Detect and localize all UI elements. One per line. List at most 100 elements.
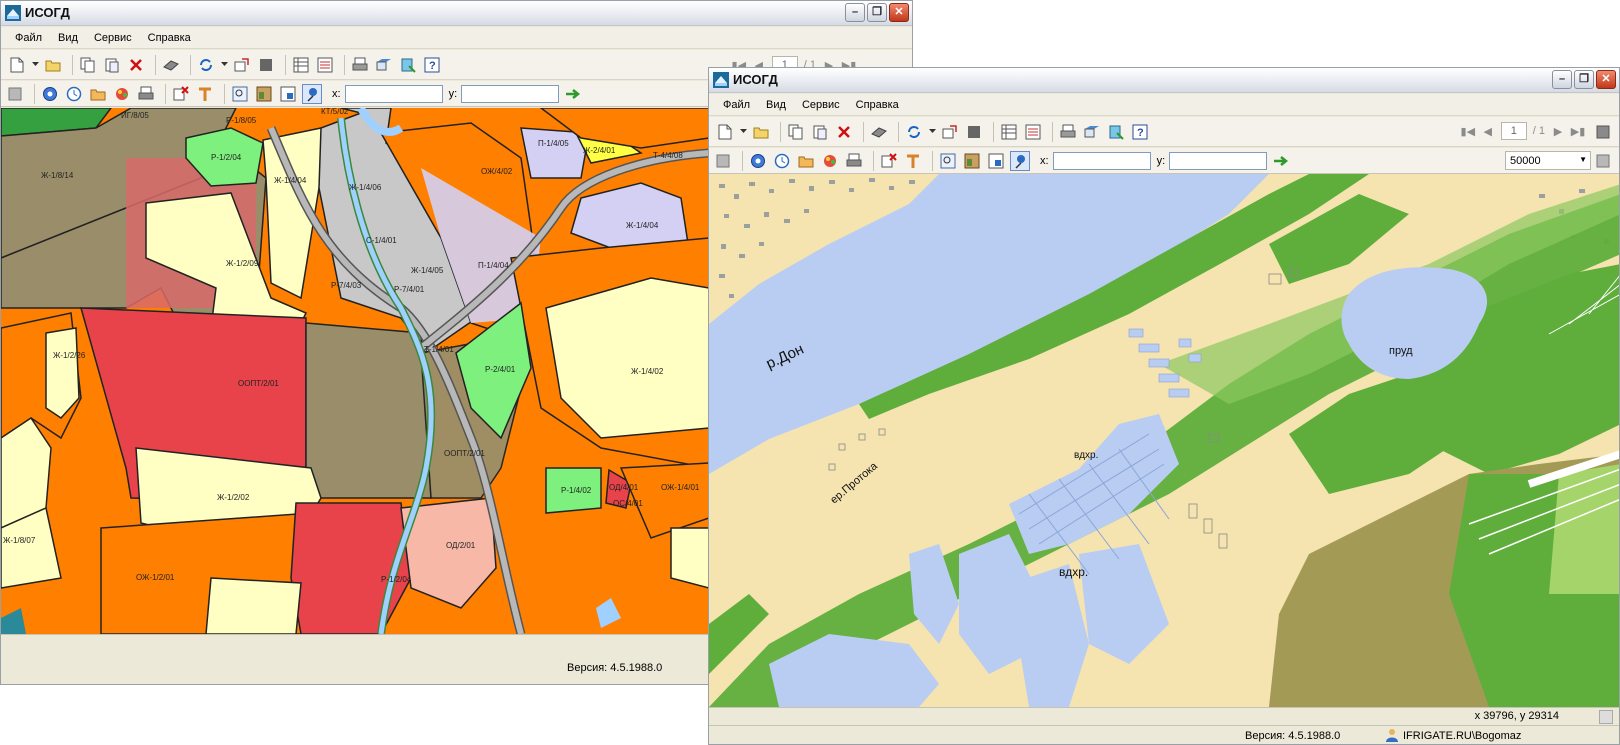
menu-file[interactable]: Файл (715, 99, 758, 111)
dropdown-arrow-icon[interactable] (739, 122, 747, 142)
menu-file[interactable]: Файл (7, 32, 50, 44)
panel-button-icon[interactable] (1593, 151, 1613, 171)
status-panel-icon[interactable] (1599, 710, 1613, 724)
next-page-icon[interactable]: ▶ (1551, 124, 1565, 138)
x-coordinate-input[interactable] (1052, 151, 1151, 170)
ruler-icon[interactable] (195, 84, 215, 104)
paste-icon[interactable] (810, 122, 830, 142)
go-arrow-icon[interactable] (563, 84, 583, 104)
copy-icon[interactable] (786, 122, 806, 142)
right-status-bar: Версия: 4.5.1988.0 IFRIGATE.RU\Bogomaz (709, 725, 1619, 744)
delete-icon[interactable] (126, 55, 146, 75)
ruler-icon[interactable] (903, 151, 923, 171)
info-icon[interactable] (748, 151, 768, 171)
dropdown-arrow-icon[interactable] (928, 122, 936, 142)
export-icon[interactable] (232, 55, 252, 75)
first-page-icon[interactable]: ▮◀ (1461, 124, 1476, 138)
delete-icon[interactable] (834, 122, 854, 142)
help-icon[interactable]: ? (422, 55, 442, 75)
printer-icon[interactable] (844, 151, 864, 171)
palette-icon[interactable] (820, 151, 840, 171)
zoom-icon[interactable] (938, 151, 958, 171)
eraser-icon[interactable] (161, 55, 181, 75)
dropdown-arrow-icon[interactable] (220, 55, 228, 75)
menu-view[interactable]: Вид (758, 99, 794, 111)
pin-tool-icon[interactable] (302, 83, 322, 104)
zone-label: Ж-1/4/04 (274, 176, 307, 185)
page-number-field[interactable]: 1 (1500, 122, 1527, 140)
prev-page-icon[interactable]: ◀ (1481, 124, 1495, 138)
copy-icon[interactable] (78, 55, 98, 75)
map-image-icon[interactable] (962, 151, 982, 171)
pin-tool-icon[interactable] (1010, 150, 1030, 171)
close-button[interactable]: ✕ (889, 3, 909, 22)
x-label: x: (332, 87, 341, 100)
restore-button[interactable]: ❐ (867, 3, 887, 22)
menu-service[interactable]: Сервис (794, 99, 848, 111)
last-page-icon[interactable]: ▶▮ (1571, 124, 1586, 138)
info-icon[interactable] (40, 84, 60, 104)
folder-icon[interactable] (796, 151, 816, 171)
zone-label: ОЖ/4/02 (481, 167, 513, 176)
print-icon[interactable] (350, 55, 370, 75)
list-view-icon[interactable] (1023, 122, 1043, 142)
zone-label: Ж-1/8/14 (41, 171, 74, 180)
y-coordinate-input[interactable] (461, 84, 560, 103)
go-arrow-icon[interactable] (1271, 151, 1291, 171)
scale-select[interactable]: 50000 ▼ (1505, 151, 1591, 170)
stop-icon[interactable] (256, 55, 276, 75)
paste-icon[interactable] (102, 55, 122, 75)
minimize-button[interactable]: – (1552, 70, 1572, 89)
close-button[interactable]: ✕ (1596, 70, 1616, 89)
table-view-icon[interactable] (291, 55, 311, 75)
scan-icon[interactable] (1082, 122, 1102, 142)
map-image-icon[interactable] (254, 84, 274, 104)
menu-service[interactable]: Сервис (86, 32, 140, 44)
menu-view[interactable]: Вид (50, 32, 86, 44)
version-label: Версия: 4.5.1988.0 (567, 662, 663, 674)
remove-layer-icon[interactable] (171, 84, 191, 104)
zoom-icon[interactable] (230, 84, 250, 104)
right-title-bar[interactable]: ИСОГД – ❐ ✕ (709, 68, 1619, 93)
select-area-icon[interactable] (986, 151, 1006, 171)
new-document-icon[interactable] (7, 55, 27, 75)
left-title-bar[interactable]: ИСОГД – ❐ ✕ (1, 1, 912, 26)
table-view-icon[interactable] (999, 122, 1019, 142)
help-icon[interactable]: ? (1130, 122, 1150, 142)
clock-icon[interactable] (64, 84, 84, 104)
panel-toggle-icon[interactable] (5, 84, 25, 104)
refresh-icon[interactable] (904, 122, 924, 142)
menu-help[interactable]: Справка (848, 99, 907, 111)
x-coordinate-input[interactable] (344, 84, 443, 103)
eraser-icon[interactable] (869, 122, 889, 142)
stop-icon[interactable] (964, 122, 984, 142)
list-view-icon[interactable] (315, 55, 335, 75)
open-folder-icon[interactable] (751, 122, 771, 142)
select-area-icon[interactable] (278, 84, 298, 104)
restore-button[interactable]: ❐ (1574, 70, 1594, 89)
refresh-icon[interactable] (196, 55, 216, 75)
panel-toggle-icon[interactable] (713, 151, 733, 171)
zoning-map[interactable]: ИГ/8/05 Р-1/8/05 КТ/5/02 Р-1/2/04 Ж-1/8/… (1, 108, 709, 634)
zone-label: Ж-1/4/05 (411, 266, 444, 275)
topographic-map[interactable]: р.Дон пруд вдхр. вдхр. ер.Протока (709, 174, 1619, 707)
layers-icon[interactable] (1106, 122, 1126, 142)
panel-button-icon[interactable] (1593, 122, 1613, 142)
print-icon[interactable] (1058, 122, 1078, 142)
folder-icon[interactable] (88, 84, 108, 104)
zone-label: Ж-1/2/09 (226, 259, 259, 268)
clock-icon[interactable] (772, 151, 792, 171)
remove-layer-icon[interactable] (879, 151, 899, 171)
printer-icon[interactable] (136, 84, 156, 104)
scan-icon[interactable] (374, 55, 394, 75)
export-icon[interactable] (940, 122, 960, 142)
open-folder-icon[interactable] (43, 55, 63, 75)
y-coordinate-input[interactable] (1169, 151, 1268, 170)
new-document-icon[interactable] (715, 122, 735, 142)
zone-label: Ж-1/2/02 (217, 493, 250, 502)
layers-icon[interactable] (398, 55, 418, 75)
palette-icon[interactable] (112, 84, 132, 104)
menu-help[interactable]: Справка (140, 32, 199, 44)
minimize-button[interactable]: – (845, 3, 865, 22)
dropdown-arrow-icon[interactable] (31, 55, 39, 75)
